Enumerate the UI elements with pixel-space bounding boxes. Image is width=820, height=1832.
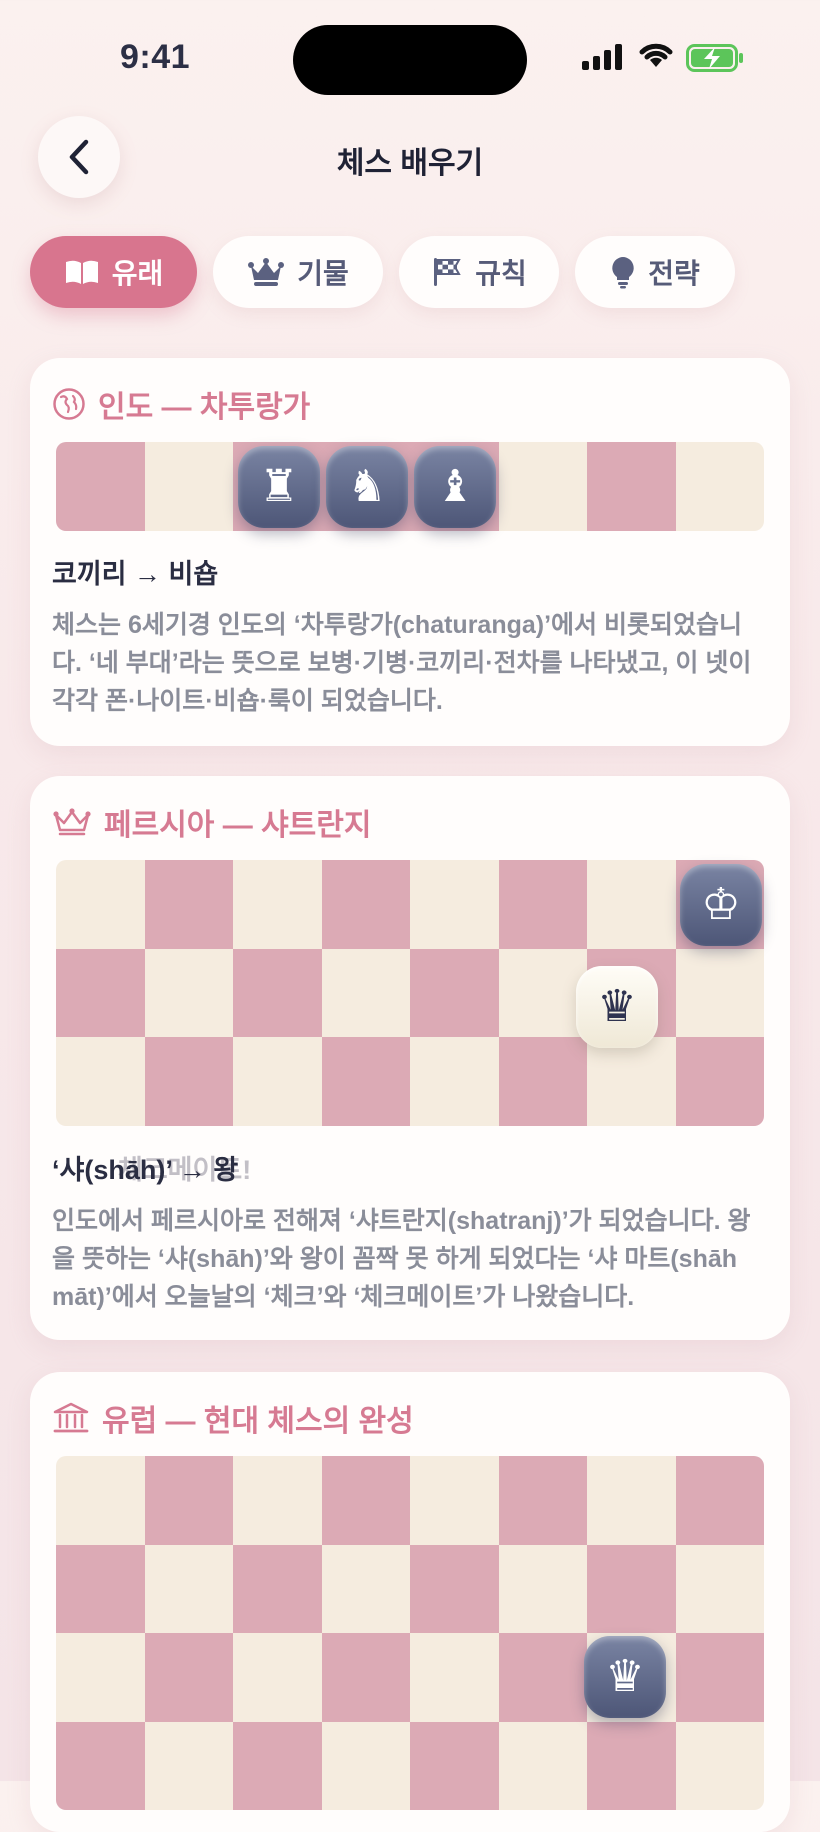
flag-icon — [434, 258, 461, 286]
book-icon — [65, 260, 98, 284]
globe-icon — [53, 388, 85, 420]
page-title: 체스 배우기 — [336, 147, 484, 180]
battery-charging-icon — [686, 44, 743, 72]
queen-piece: ♛ — [576, 966, 658, 1048]
tab-pieces[interactable]: 기물 — [213, 236, 383, 308]
tab-label: 유래 — [111, 258, 164, 289]
chess-board — [56, 1456, 764, 1810]
card-header: 인도 — 차투랑가 — [52, 382, 310, 426]
card-title: 유럽 — 현대 체스의 완성 — [102, 1405, 414, 1438]
tab-label: 규칙 — [475, 258, 527, 289]
bishop-piece: ♝ — [414, 446, 496, 528]
dynamic-island — [293, 25, 527, 95]
status-time: 9:41 — [120, 38, 191, 76]
card-subtitle: 코끼리 → 비숍 — [52, 559, 219, 589]
wifi-icon — [639, 43, 673, 67]
tab-label: 전략 — [648, 258, 700, 289]
tab-origin[interactable]: 유래 — [30, 236, 197, 308]
card-title: 페르시아 — 샤트란지 — [104, 809, 372, 842]
knight-piece: ♞ — [326, 446, 408, 528]
rook-piece: ♜ — [238, 446, 320, 528]
card-description: 인도에서 페르시아로 전해져 ‘샤트란지(shatranj)’가 되었습니다. … — [52, 1207, 751, 1311]
queen-piece: ♛ — [584, 1636, 666, 1718]
card-header: 페르시아 — 샤트란지 — [52, 800, 371, 844]
card-subtitle: ‘샤(shāh)’ → 왕 — [52, 1155, 239, 1185]
crown-icon — [248, 258, 285, 286]
tab-rules[interactable]: 규칙 — [399, 236, 559, 308]
tab-strategy[interactable]: 전략 — [575, 236, 735, 308]
tab-label: 기물 — [297, 258, 349, 289]
museum-icon — [53, 1402, 89, 1433]
card-description: 체스는 6세기경 인도의 ‘차투랑가(chaturanga)’에서 비롯되었습니… — [52, 611, 752, 715]
cellular-signal-icon — [582, 44, 622, 70]
history-card-persia: 페르시아 — 샤트란지 ♔ ♛ 체크메이트! ‘샤(shāh)’ → 왕 인도에… — [30, 776, 790, 1340]
status-bar: 9:41 — [0, 0, 820, 110]
king-piece: ♔ — [680, 864, 762, 946]
bulb-icon — [612, 257, 634, 289]
history-card-india: 인도 — 차투랑가 ♜ ♞ ♝ 코끼리 → 비숍 체스는 6세기경 인도의 ‘차… — [30, 358, 790, 746]
card-title: 인도 — 차투랑가 — [98, 391, 311, 424]
chess-board-strip — [56, 442, 764, 531]
crown-icon — [53, 808, 91, 836]
history-card-europe: 유럽 — 현대 체스의 완성 ♛ — [30, 1372, 790, 1832]
card-header: 유럽 — 현대 체스의 완성 — [52, 1396, 414, 1440]
